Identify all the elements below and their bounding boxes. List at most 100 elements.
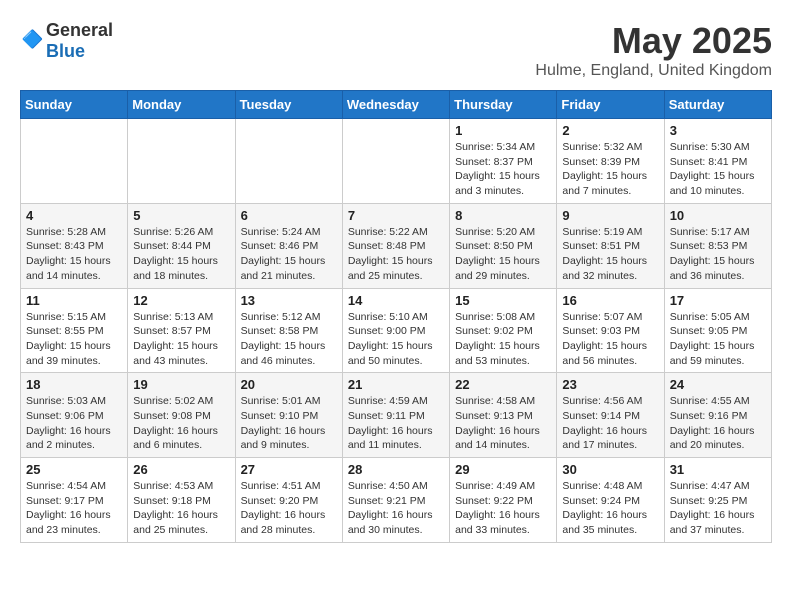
calendar-cell: 15 Sunrise: 5:08 AM Sunset: 9:02 PM Dayli…	[450, 288, 557, 373]
day-info: Sunrise: 5:07 AM Sunset: 9:03 PM Dayligh…	[562, 310, 658, 369]
day-number: 3	[670, 123, 766, 138]
day-number: 4	[26, 208, 122, 223]
svg-text:🔷: 🔷	[22, 29, 44, 49]
day-info: Sunrise: 4:50 AM Sunset: 9:21 PM Dayligh…	[348, 479, 444, 538]
day-number: 2	[562, 123, 658, 138]
calendar-cell: 5Sunrise: 5:26 AM Sunset: 8:44 PM Daylig…	[128, 203, 235, 288]
day-info: Sunrise: 5:28 AM Sunset: 8:43 PM Dayligh…	[26, 225, 122, 284]
day-info: Sunrise: 5:34 AM Sunset: 8:37 PM Dayligh…	[455, 140, 551, 199]
day-info: Sunrise: 4:48 AM Sunset: 9:24 PM Dayligh…	[562, 479, 658, 538]
calendar-table: SundayMondayTuesdayWednesdayThursdayFrid…	[20, 90, 772, 543]
calendar-cell: 1 Sunrise: 5:34 AM Sunset: 8:37 PM Daylig…	[450, 119, 557, 204]
general-blue-logo-icon: 🔷	[20, 29, 44, 53]
calendar-cell: 25Sunrise: 4:54 AM Sunset: 9:17 PM Dayli…	[21, 458, 128, 543]
day-number: 7	[348, 208, 444, 223]
week-row-1: 1 Sunrise: 5:34 AM Sunset: 8:37 PM Daylig…	[21, 119, 772, 204]
day-info: Sunrise: 5:03 AM Sunset: 9:06 PM Dayligh…	[26, 394, 122, 453]
calendar-header: SundayMondayTuesdayWednesdayThursdayFrid…	[21, 91, 772, 119]
day-number: 16	[562, 293, 658, 308]
calendar-cell: 24Sunrise: 4:55 AM Sunset: 9:16 PM Dayli…	[664, 373, 771, 458]
header-cell-monday: Monday	[128, 91, 235, 119]
day-number: 6	[241, 208, 337, 223]
logo-text-blue: Blue	[46, 41, 85, 61]
week-row-5: 25Sunrise: 4:54 AM Sunset: 9:17 PM Dayli…	[21, 458, 772, 543]
calendar-cell: 23 Sunrise: 4:56 AM Sunset: 9:14 PM Dayli…	[557, 373, 664, 458]
calendar-cell: 10Sunrise: 5:17 AM Sunset: 8:53 PM Dayli…	[664, 203, 771, 288]
week-row-3: 11Sunrise: 5:15 AM Sunset: 8:55 PM Dayli…	[21, 288, 772, 373]
calendar-cell: 19Sunrise: 5:02 AM Sunset: 9:08 PM Dayli…	[128, 373, 235, 458]
calendar-cell: 31 Sunrise: 4:47 AM Sunset: 9:25 PM Dayli…	[664, 458, 771, 543]
calendar-cell: 27 Sunrise: 4:51 AM Sunset: 9:20 PM Dayli…	[235, 458, 342, 543]
calendar-cell: 2 Sunrise: 5:32 AM Sunset: 8:39 PM Daylig…	[557, 119, 664, 204]
calendar-cell: 22 Sunrise: 4:58 AM Sunset: 9:13 PM Dayli…	[450, 373, 557, 458]
day-info: Sunrise: 4:59 AM Sunset: 9:11 PM Dayligh…	[348, 394, 444, 453]
calendar-cell: 13 Sunrise: 5:12 AM Sunset: 8:58 PM Dayli…	[235, 288, 342, 373]
day-info: Sunrise: 5:24 AM Sunset: 8:46 PM Dayligh…	[241, 225, 337, 284]
day-info: Sunrise: 5:20 AM Sunset: 8:50 PM Dayligh…	[455, 225, 551, 284]
week-row-2: 4 Sunrise: 5:28 AM Sunset: 8:43 PM Daylig…	[21, 203, 772, 288]
calendar-cell: 4 Sunrise: 5:28 AM Sunset: 8:43 PM Daylig…	[21, 203, 128, 288]
day-number: 28	[348, 462, 444, 477]
day-info: Sunrise: 4:51 AM Sunset: 9:20 PM Dayligh…	[241, 479, 337, 538]
day-info: Sunrise: 5:22 AM Sunset: 8:48 PM Dayligh…	[348, 225, 444, 284]
day-info: Sunrise: 5:30 AM Sunset: 8:41 PM Dayligh…	[670, 140, 766, 199]
day-number: 25	[26, 462, 122, 477]
calendar-cell: 21 Sunrise: 4:59 AM Sunset: 9:11 PM Dayli…	[342, 373, 449, 458]
day-number: 21	[348, 377, 444, 392]
day-number: 15	[455, 293, 551, 308]
day-info: Sunrise: 5:17 AM Sunset: 8:53 PM Dayligh…	[670, 225, 766, 284]
calendar-cell: 30 Sunrise: 4:48 AM Sunset: 9:24 PM Dayli…	[557, 458, 664, 543]
day-number: 31	[670, 462, 766, 477]
day-number: 8	[455, 208, 551, 223]
calendar-cell: 20Sunrise: 5:01 AM Sunset: 9:10 PM Dayli…	[235, 373, 342, 458]
day-info: Sunrise: 5:08 AM Sunset: 9:02 PM Dayligh…	[455, 310, 551, 369]
calendar-cell	[235, 119, 342, 204]
day-number: 29	[455, 462, 551, 477]
day-info: Sunrise: 5:02 AM Sunset: 9:08 PM Dayligh…	[133, 394, 229, 453]
day-number: 22	[455, 377, 551, 392]
day-info: Sunrise: 4:55 AM Sunset: 9:16 PM Dayligh…	[670, 394, 766, 453]
day-info: Sunrise: 4:49 AM Sunset: 9:22 PM Dayligh…	[455, 479, 551, 538]
calendar-subtitle: Hulme, England, United Kingdom	[535, 62, 772, 80]
day-number: 11	[26, 293, 122, 308]
calendar-cell: 14 Sunrise: 5:10 AM Sunset: 9:00 PM Dayli…	[342, 288, 449, 373]
day-info: Sunrise: 4:47 AM Sunset: 9:25 PM Dayligh…	[670, 479, 766, 538]
calendar-title: May 2025	[535, 20, 772, 62]
calendar-cell: 7 Sunrise: 5:22 AM Sunset: 8:48 PM Daylig…	[342, 203, 449, 288]
header-cell-wednesday: Wednesday	[342, 91, 449, 119]
calendar-cell: 8 Sunrise: 5:20 AM Sunset: 8:50 PM Daylig…	[450, 203, 557, 288]
day-number: 23	[562, 377, 658, 392]
day-info: Sunrise: 4:53 AM Sunset: 9:18 PM Dayligh…	[133, 479, 229, 538]
calendar-cell: 29 Sunrise: 4:49 AM Sunset: 9:22 PM Dayli…	[450, 458, 557, 543]
calendar-cell: 26Sunrise: 4:53 AM Sunset: 9:18 PM Dayli…	[128, 458, 235, 543]
calendar-cell: 16 Sunrise: 5:07 AM Sunset: 9:03 PM Dayli…	[557, 288, 664, 373]
calendar-cell: 28 Sunrise: 4:50 AM Sunset: 9:21 PM Dayli…	[342, 458, 449, 543]
day-info: Sunrise: 5:12 AM Sunset: 8:58 PM Dayligh…	[241, 310, 337, 369]
day-number: 27	[241, 462, 337, 477]
day-number: 14	[348, 293, 444, 308]
logo: 🔷 General Blue	[20, 20, 113, 62]
calendar-cell: 12 Sunrise: 5:13 AM Sunset: 8:57 PM Dayli…	[128, 288, 235, 373]
day-info: Sunrise: 5:32 AM Sunset: 8:39 PM Dayligh…	[562, 140, 658, 199]
day-number: 13	[241, 293, 337, 308]
calendar-cell: 9Sunrise: 5:19 AM Sunset: 8:51 PM Daylig…	[557, 203, 664, 288]
header-cell-thursday: Thursday	[450, 91, 557, 119]
day-info: Sunrise: 4:56 AM Sunset: 9:14 PM Dayligh…	[562, 394, 658, 453]
day-info: Sunrise: 5:01 AM Sunset: 9:10 PM Dayligh…	[241, 394, 337, 453]
day-info: Sunrise: 5:13 AM Sunset: 8:57 PM Dayligh…	[133, 310, 229, 369]
header-cell-tuesday: Tuesday	[235, 91, 342, 119]
header-cell-friday: Friday	[557, 91, 664, 119]
calendar-cell	[342, 119, 449, 204]
calendar-cell: 18Sunrise: 5:03 AM Sunset: 9:06 PM Dayli…	[21, 373, 128, 458]
day-number: 9	[562, 208, 658, 223]
calendar-cell	[128, 119, 235, 204]
calendar-cell	[21, 119, 128, 204]
calendar-cell: 11Sunrise: 5:15 AM Sunset: 8:55 PM Dayli…	[21, 288, 128, 373]
day-number: 1	[455, 123, 551, 138]
day-info: Sunrise: 4:58 AM Sunset: 9:13 PM Dayligh…	[455, 394, 551, 453]
calendar-cell: 3 Sunrise: 5:30 AM Sunset: 8:41 PM Daylig…	[664, 119, 771, 204]
day-info: Sunrise: 5:10 AM Sunset: 9:00 PM Dayligh…	[348, 310, 444, 369]
day-number: 12	[133, 293, 229, 308]
logo-text-general: General	[46, 20, 113, 40]
day-number: 30	[562, 462, 658, 477]
